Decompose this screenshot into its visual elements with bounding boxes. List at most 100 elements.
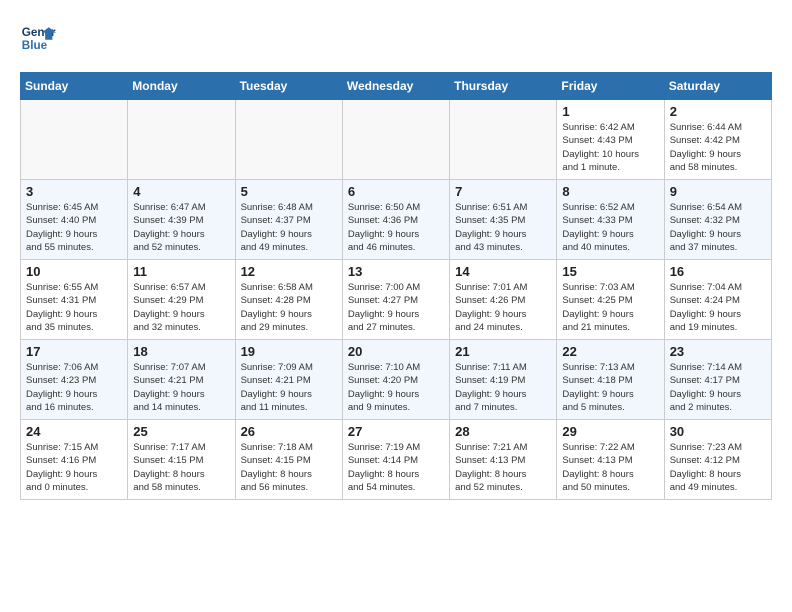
day-number: 10: [26, 264, 122, 279]
day-info: Sunrise: 6:52 AM Sunset: 4:33 PM Dayligh…: [562, 201, 658, 254]
calendar-cell: 14 Sunrise: 7:01 AM Sunset: 4:26 PM Dayli…: [450, 260, 557, 340]
calendar-cell: [342, 100, 449, 180]
day-number: 25: [133, 424, 229, 439]
day-info: Sunrise: 6:58 AM Sunset: 4:28 PM Dayligh…: [241, 281, 337, 334]
day-info: Sunrise: 6:48 AM Sunset: 4:37 PM Dayligh…: [241, 201, 337, 254]
calendar-cell: 3 Sunrise: 6:45 AM Sunset: 4:40 PM Daylig…: [21, 180, 128, 260]
calendar-cell: 24 Sunrise: 7:15 AM Sunset: 4:16 PM Dayli…: [21, 420, 128, 500]
logo-icon: General Blue: [20, 20, 56, 56]
day-info: Sunrise: 7:07 AM Sunset: 4:21 PM Dayligh…: [133, 361, 229, 414]
day-number: 3: [26, 184, 122, 199]
day-number: 8: [562, 184, 658, 199]
day-info: Sunrise: 7:19 AM Sunset: 4:14 PM Dayligh…: [348, 441, 444, 494]
calendar-cell: 6Sunrise: 6:50 AM Sunset: 4:36 PM Daylig…: [342, 180, 449, 260]
day-info: Sunrise: 7:10 AM Sunset: 4:20 PM Dayligh…: [348, 361, 444, 414]
calendar-cell: 8 Sunrise: 6:52 AM Sunset: 4:33 PM Daylig…: [557, 180, 664, 260]
day-number: 19: [241, 344, 337, 359]
day-info: Sunrise: 7:01 AM Sunset: 4:26 PM Dayligh…: [455, 281, 551, 334]
day-info: Sunrise: 7:18 AM Sunset: 4:15 PM Dayligh…: [241, 441, 337, 494]
day-number: 2: [670, 104, 766, 119]
day-info: Sunrise: 6:45 AM Sunset: 4:40 PM Dayligh…: [26, 201, 122, 254]
day-number: 20: [348, 344, 444, 359]
day-info: Sunrise: 7:03 AM Sunset: 4:25 PM Dayligh…: [562, 281, 658, 334]
weekday-header-thursday: Thursday: [450, 73, 557, 100]
calendar-table: SundayMondayTuesdayWednesdayThursdayFrid…: [20, 72, 772, 500]
day-number: 26: [241, 424, 337, 439]
calendar-cell: 16 Sunrise: 7:04 AM Sunset: 4:24 PM Dayli…: [664, 260, 771, 340]
day-number: 23: [670, 344, 766, 359]
calendar-cell: 13 Sunrise: 7:00 AM Sunset: 4:27 PM Dayli…: [342, 260, 449, 340]
day-number: 5: [241, 184, 337, 199]
day-info: Sunrise: 6:42 AM Sunset: 4:43 PM Dayligh…: [562, 121, 658, 174]
calendar-cell: [235, 100, 342, 180]
weekday-header-sunday: Sunday: [21, 73, 128, 100]
header: General Blue: [20, 20, 772, 56]
logo: General Blue: [20, 20, 60, 56]
day-info: Sunrise: 6:57 AM Sunset: 4:29 PM Dayligh…: [133, 281, 229, 334]
day-info: Sunrise: 6:55 AM Sunset: 4:31 PM Dayligh…: [26, 281, 122, 334]
day-info: Sunrise: 7:21 AM Sunset: 4:13 PM Dayligh…: [455, 441, 551, 494]
day-info: Sunrise: 6:54 AM Sunset: 4:32 PM Dayligh…: [670, 201, 766, 254]
calendar-cell: 26 Sunrise: 7:18 AM Sunset: 4:15 PM Dayli…: [235, 420, 342, 500]
weekday-header-monday: Monday: [128, 73, 235, 100]
calendar-cell: 23 Sunrise: 7:14 AM Sunset: 4:17 PM Dayli…: [664, 340, 771, 420]
calendar-cell: [21, 100, 128, 180]
day-number: 22: [562, 344, 658, 359]
day-info: Sunrise: 7:09 AM Sunset: 4:21 PM Dayligh…: [241, 361, 337, 414]
calendar-cell: 27 Sunrise: 7:19 AM Sunset: 4:14 PM Dayli…: [342, 420, 449, 500]
day-info: Sunrise: 7:23 AM Sunset: 4:12 PM Dayligh…: [670, 441, 766, 494]
day-number: 18: [133, 344, 229, 359]
day-info: Sunrise: 7:15 AM Sunset: 4:16 PM Dayligh…: [26, 441, 122, 494]
day-number: 7: [455, 184, 551, 199]
day-number: 1: [562, 104, 658, 119]
day-info: Sunrise: 6:47 AM Sunset: 4:39 PM Dayligh…: [133, 201, 229, 254]
calendar-cell: 11Sunrise: 6:57 AM Sunset: 4:29 PM Dayli…: [128, 260, 235, 340]
day-info: Sunrise: 7:22 AM Sunset: 4:13 PM Dayligh…: [562, 441, 658, 494]
day-info: Sunrise: 7:17 AM Sunset: 4:15 PM Dayligh…: [133, 441, 229, 494]
weekday-header-wednesday: Wednesday: [342, 73, 449, 100]
calendar-cell: 21 Sunrise: 7:11 AM Sunset: 4:19 PM Dayli…: [450, 340, 557, 420]
calendar-cell: 15 Sunrise: 7:03 AM Sunset: 4:25 PM Dayli…: [557, 260, 664, 340]
calendar-cell: 9 Sunrise: 6:54 AM Sunset: 4:32 PM Daylig…: [664, 180, 771, 260]
day-number: 15: [562, 264, 658, 279]
day-number: 6: [348, 184, 444, 199]
day-info: Sunrise: 6:44 AM Sunset: 4:42 PM Dayligh…: [670, 121, 766, 174]
weekday-header-saturday: Saturday: [664, 73, 771, 100]
svg-text:Blue: Blue: [22, 39, 48, 52]
day-number: 28: [455, 424, 551, 439]
day-info: Sunrise: 7:04 AM Sunset: 4:24 PM Dayligh…: [670, 281, 766, 334]
day-number: 9: [670, 184, 766, 199]
day-number: 14: [455, 264, 551, 279]
calendar-cell: 1 Sunrise: 6:42 AM Sunset: 4:43 PM Daylig…: [557, 100, 664, 180]
calendar-cell: 5 Sunrise: 6:48 AM Sunset: 4:37 PM Daylig…: [235, 180, 342, 260]
day-info: Sunrise: 7:06 AM Sunset: 4:23 PM Dayligh…: [26, 361, 122, 414]
day-number: 21: [455, 344, 551, 359]
day-number: 12: [241, 264, 337, 279]
calendar-cell: 7 Sunrise: 6:51 AM Sunset: 4:35 PM Daylig…: [450, 180, 557, 260]
calendar-cell: 18 Sunrise: 7:07 AM Sunset: 4:21 PM Dayli…: [128, 340, 235, 420]
calendar-cell: 10 Sunrise: 6:55 AM Sunset: 4:31 PM Dayli…: [21, 260, 128, 340]
day-info: Sunrise: 6:51 AM Sunset: 4:35 PM Dayligh…: [455, 201, 551, 254]
calendar-cell: 4 Sunrise: 6:47 AM Sunset: 4:39 PM Daylig…: [128, 180, 235, 260]
day-number: 29: [562, 424, 658, 439]
day-number: 27: [348, 424, 444, 439]
day-number: 4: [133, 184, 229, 199]
calendar-cell: 20 Sunrise: 7:10 AM Sunset: 4:20 PM Dayli…: [342, 340, 449, 420]
calendar-cell: [450, 100, 557, 180]
day-info: Sunrise: 7:11 AM Sunset: 4:19 PM Dayligh…: [455, 361, 551, 414]
day-number: 24: [26, 424, 122, 439]
calendar-cell: 12 Sunrise: 6:58 AM Sunset: 4:28 PM Dayli…: [235, 260, 342, 340]
day-number: 30: [670, 424, 766, 439]
day-info: Sunrise: 7:00 AM Sunset: 4:27 PM Dayligh…: [348, 281, 444, 334]
calendar-cell: 25 Sunrise: 7:17 AM Sunset: 4:15 PM Dayli…: [128, 420, 235, 500]
day-number: 16: [670, 264, 766, 279]
calendar-cell: 28 Sunrise: 7:21 AM Sunset: 4:13 PM Dayli…: [450, 420, 557, 500]
calendar-cell: 30 Sunrise: 7:23 AM Sunset: 4:12 PM Dayli…: [664, 420, 771, 500]
calendar-cell: [128, 100, 235, 180]
day-number: 17: [26, 344, 122, 359]
weekday-header-friday: Friday: [557, 73, 664, 100]
calendar-cell: 19 Sunrise: 7:09 AM Sunset: 4:21 PM Dayli…: [235, 340, 342, 420]
day-info: Sunrise: 7:14 AM Sunset: 4:17 PM Dayligh…: [670, 361, 766, 414]
weekday-header-tuesday: Tuesday: [235, 73, 342, 100]
day-number: 13: [348, 264, 444, 279]
